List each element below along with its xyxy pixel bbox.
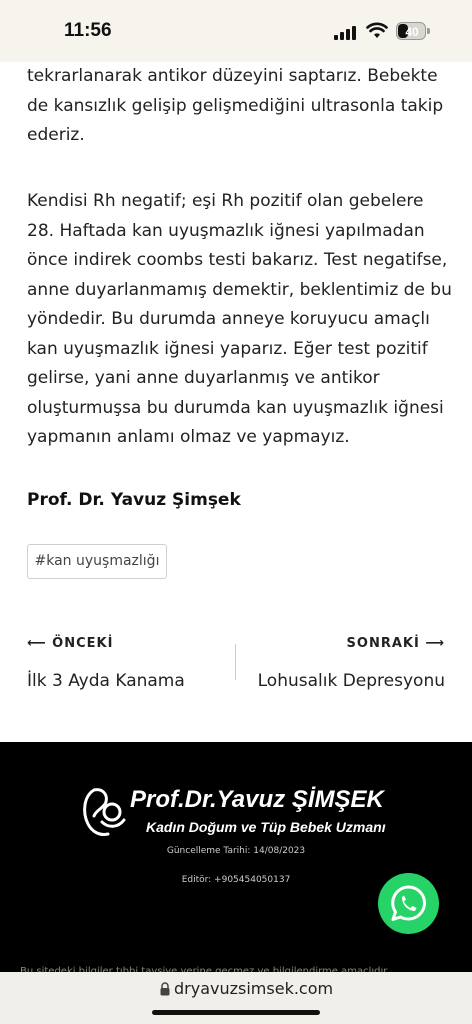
next-post-label[interactable]: SONRAKİ ⟶ (347, 636, 445, 651)
article-paragraph: tekrarlanarak antikor düzeyini saptarız.… (27, 66, 444, 145)
battery-percent: 40 (405, 25, 419, 39)
update-date: Güncelleme Tarihi: 14/08/2023 (166, 846, 306, 856)
next-post-link[interactable]: Lohusalık Depresyonu (258, 671, 445, 691)
footer-disclaimer: Bu sitedeki bilgiler tıbbi tavsiye yerin… (20, 966, 388, 972)
home-indicator[interactable] (152, 1010, 320, 1015)
whatsapp-button[interactable] (378, 873, 439, 934)
battery-icon: 40 (396, 22, 426, 40)
article-paragraph: Kendisi Rh negatif; eşi Rh pozitif olan … (27, 191, 452, 447)
lock-icon (160, 982, 170, 996)
browser-address-bar[interactable]: dryavuzsimsek.com (0, 972, 472, 1024)
url-text[interactable]: dryavuzsimsek.com (174, 979, 333, 998)
post-nav-divider (235, 644, 236, 680)
tag-link[interactable]: #kan uyuşmazlığı (27, 544, 167, 579)
previous-post-label[interactable]: ⟵ ÖNCEKİ (27, 636, 113, 651)
status-bar: 11:56 40 (0, 0, 472, 62)
author-name: Prof. Dr. Yavuz Şimşek (27, 490, 241, 510)
previous-post-link[interactable]: İlk 3 Ayda Kanama (27, 671, 185, 691)
article-content: tekrarlanarak antikor düzeyini saptarız.… (0, 62, 472, 804)
site-footer: Prof.Dr.Yavuz ŞİMŞEK Kadın Doğum ve Tüp … (0, 742, 472, 972)
wifi-icon (366, 22, 388, 38)
whatsapp-icon (391, 885, 426, 921)
battery-cap (427, 28, 430, 34)
footer-logo-name: Prof.Dr.Yavuz ŞİMŞEK (130, 786, 384, 813)
mother-baby-logo-icon (83, 788, 126, 836)
cellular-signal-icon (334, 26, 358, 40)
status-time: 11:56 (64, 20, 112, 41)
footer-logo-subtitle: Kadın Doğum ve Tüp Bebek Uzmanı (146, 819, 386, 835)
